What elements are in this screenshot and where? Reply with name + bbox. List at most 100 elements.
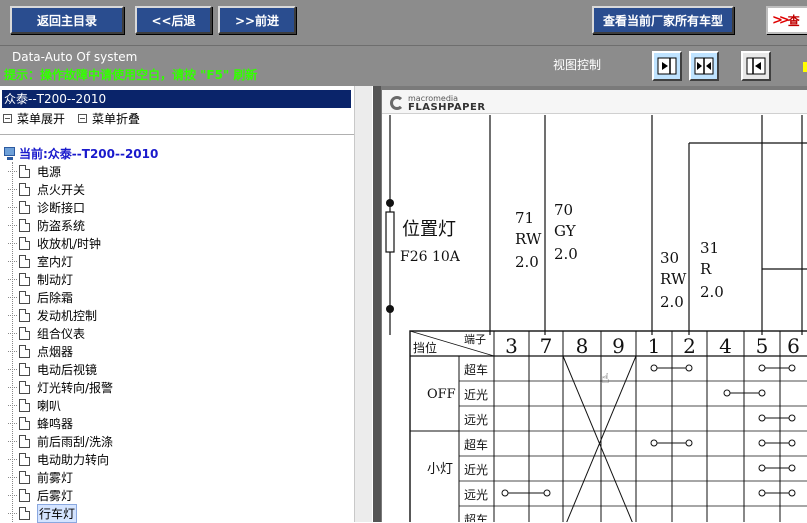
- tree-item[interactable]: 行车灯: [8, 503, 78, 523]
- row-function: 超车: [464, 362, 488, 377]
- document-icon: [19, 308, 30, 322]
- document-icon: [19, 416, 30, 430]
- tree-connector: [8, 242, 17, 244]
- hint-text: 提示：操作故障中请使用空白，请按 "F5" 刷新: [4, 68, 258, 82]
- tree-item[interactable]: 前雾灯: [8, 468, 73, 486]
- tree-item-label: 后除霜: [37, 290, 74, 305]
- row-function: 远光: [464, 413, 488, 427]
- tree-connector: [8, 368, 17, 370]
- document-icon: [19, 326, 30, 340]
- tree-root-label: 当前:众泰--T200--2010: [19, 147, 159, 161]
- panel-splitter[interactable]: [373, 86, 381, 522]
- selected-model-header[interactable]: 众泰--T200--2010: [2, 90, 351, 108]
- tree-item-label: 喇叭: [37, 398, 62, 413]
- contact-dot: [758, 439, 766, 447]
- collapse-panel-button[interactable]: [741, 51, 771, 81]
- back-to-main-button[interactable]: 返回主目录: [10, 6, 124, 34]
- tree-item[interactable]: 点火开关: [8, 180, 85, 198]
- contact-dot: [650, 439, 658, 447]
- wire-color: RW: [660, 270, 687, 288]
- search-button-label: 查: [787, 13, 800, 28]
- tree-item[interactable]: 诊断接口: [8, 198, 85, 216]
- system-title: Data-Auto Of system: [12, 50, 138, 64]
- collapse-menu-button[interactable]: 菜单折叠: [78, 110, 140, 127]
- tree-item[interactable]: 点烟器: [8, 342, 73, 360]
- tree-connector: [8, 386, 17, 388]
- wire-color: RW: [515, 230, 542, 248]
- wire-size: 2.0: [554, 245, 578, 263]
- table-header-position: 挡位: [413, 340, 437, 355]
- tree-item[interactable]: 制动灯: [8, 270, 73, 288]
- tree-connector: [8, 494, 17, 496]
- fit-width-icon: [657, 57, 677, 75]
- terminal-number: 3: [505, 334, 518, 358]
- document-icon: [19, 434, 30, 448]
- tree-item[interactable]: 电源: [8, 162, 61, 180]
- tree-root[interactable]: 当前:众泰--T200--2010: [4, 145, 158, 162]
- wire-color: GY: [554, 222, 577, 240]
- document-icon: [19, 182, 30, 196]
- terminal-number: 5: [756, 334, 769, 358]
- tree-item-label: 诊断接口: [37, 200, 86, 215]
- tree-item-label: 发动机控制: [37, 308, 98, 323]
- search-button[interactable]: >> 查: [766, 6, 807, 34]
- tree-item[interactable]: 后除霜: [8, 288, 73, 306]
- terminal-number: 9: [612, 334, 625, 358]
- menu-tree-panel: 众泰--T200--2010 菜单展开 菜单折叠 当前:众泰--T200--20…: [0, 86, 372, 523]
- tree-item-label: 电动助力转向: [37, 452, 110, 467]
- document-icon: [19, 164, 30, 178]
- row-function: 远光: [464, 488, 488, 502]
- tree-item[interactable]: 前后雨刮/洗涤: [8, 432, 113, 450]
- tree-connector: [8, 296, 17, 298]
- minus-box-icon: [78, 114, 87, 123]
- tree-item-label: 点火开关: [37, 182, 86, 197]
- vertical-scrollbar[interactable]: [354, 86, 372, 522]
- tree-connector: [8, 404, 17, 406]
- contact-dot: [723, 389, 731, 397]
- terminal-number: 6: [787, 334, 800, 358]
- tree-connector: [8, 458, 17, 460]
- terminal-number: 2: [683, 334, 696, 358]
- tree-item[interactable]: 后雾灯: [8, 486, 73, 504]
- document-icon: [19, 254, 30, 268]
- wire-number: 70: [554, 201, 573, 219]
- tree-connector: [8, 476, 17, 478]
- flashpaper-document[interactable]: macromedia FLASHPAPER 位置灯 F26 10A 71 RW 2.0 7…: [382, 90, 807, 522]
- tree-item[interactable]: 电动后视镜: [8, 360, 97, 378]
- fit-width-button[interactable]: [652, 51, 682, 81]
- tree-connector: [8, 224, 17, 226]
- tree-item[interactable]: 室内灯: [8, 252, 73, 270]
- row-function: 近光: [464, 388, 488, 402]
- tree-item[interactable]: 收放机/时钟: [8, 234, 101, 252]
- flashpaper-logo: macromedia FLASHPAPER: [390, 94, 486, 113]
- tree-connector: [8, 206, 17, 208]
- wire-color: R: [700, 260, 712, 278]
- tree-item-label: 蜂鸣器: [37, 416, 74, 431]
- tree-item-label: 室内灯: [37, 254, 74, 269]
- tree-item[interactable]: 灯光转向/报警: [8, 378, 113, 396]
- tree-item[interactable]: 发动机控制: [8, 306, 97, 324]
- contact-dot: [650, 364, 658, 372]
- tree-connector: [8, 512, 17, 514]
- contact-dot: [543, 489, 551, 497]
- expand-menu-button[interactable]: 菜单展开: [3, 110, 65, 127]
- top-toolbar: 返回主目录 <<后退 >>前进 查看当前厂家所有车型 >> 查: [0, 0, 807, 46]
- forward-button[interactable]: >>前进: [218, 6, 296, 34]
- fuse-spec: F26 10A: [400, 249, 461, 265]
- back-button[interactable]: <<后退: [135, 6, 212, 34]
- tree-item[interactable]: 电动助力转向: [8, 450, 109, 468]
- contact-dot: [758, 489, 766, 497]
- fit-page-button[interactable]: [689, 51, 719, 81]
- document-icon: [19, 380, 30, 394]
- wire-number: 71: [515, 209, 534, 227]
- tree-item[interactable]: 防盗系统: [8, 216, 85, 234]
- tree-item-label: 灯光转向/报警: [37, 380, 114, 395]
- tree-item[interactable]: 组合仪表: [8, 324, 85, 342]
- document-icon: [19, 272, 30, 286]
- tree-item[interactable]: 蜂鸣器: [8, 414, 73, 432]
- contact-dot: [788, 439, 796, 447]
- tree-item[interactable]: 喇叭: [8, 396, 61, 414]
- terminal-number: 1: [648, 334, 661, 358]
- tree-connector: [8, 440, 17, 442]
- view-all-models-button[interactable]: 查看当前厂家所有车型: [592, 6, 734, 34]
